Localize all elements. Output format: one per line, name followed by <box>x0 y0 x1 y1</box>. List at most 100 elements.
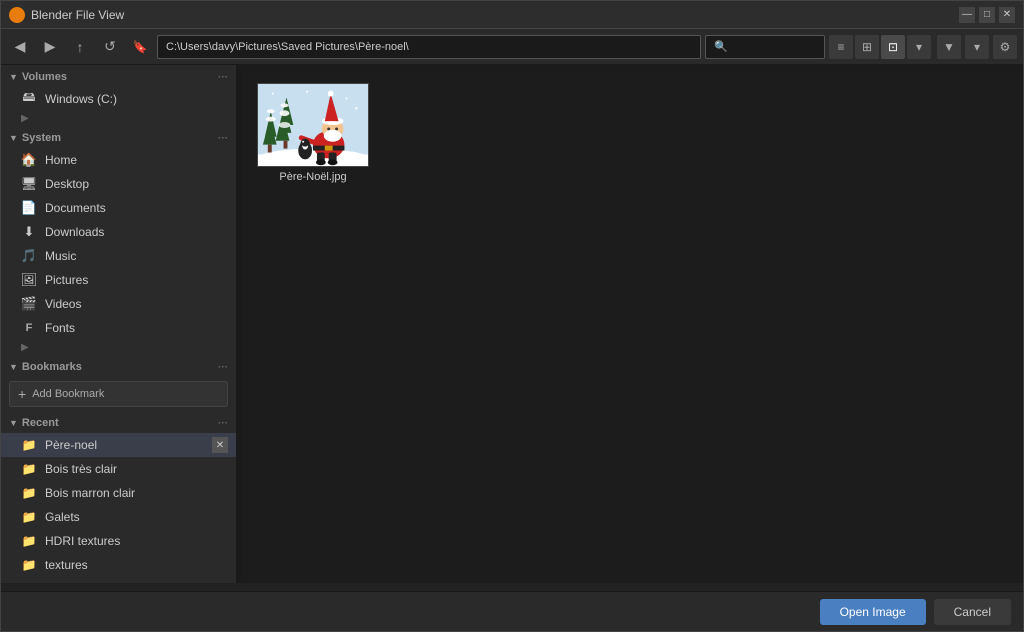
sidebar-item-home[interactable]: 🏠 Home <box>1 148 236 172</box>
documents-label: Documents <box>45 201 228 215</box>
fonts-label: Fonts <box>45 321 228 335</box>
window-title: Blender File View <box>31 8 953 22</box>
recent-dots: ··· <box>218 418 228 429</box>
desktop-label: Desktop <box>45 177 228 191</box>
pictures-label: Pictures <box>45 273 228 287</box>
volumes-label: Volumes <box>22 71 67 83</box>
file-item-pere-noel[interactable]: Père-Noël.jpg <box>253 77 373 189</box>
add-bookmark-plus: + <box>18 386 26 402</box>
sidebar-item-pictures[interactable]: 🖼 Pictures <box>1 268 236 292</box>
system-chevron: ▼ <box>9 133 18 143</box>
system-label: System <box>22 132 61 144</box>
videos-label: Videos <box>45 297 228 311</box>
volumes-chevron: ▼ <box>9 72 18 82</box>
blender-file-view-window: Blender File View — □ ✕ ◀ ▶ ↑ ↺ 🔖 ≡ ⊞ ⊡ … <box>0 0 1024 632</box>
open-image-button[interactable]: Open Image <box>820 599 926 625</box>
bookmarks-label: Bookmarks <box>22 361 82 373</box>
sidebar-item-downloads[interactable]: ⬇ Downloads <box>1 220 236 244</box>
bookmark-button[interactable]: 🔖 <box>127 34 153 60</box>
recent-item-label-pere-noel: Père-noel <box>45 438 97 452</box>
thumbnail-view-button[interactable]: ⊡ <box>881 35 905 59</box>
address-bar[interactable] <box>157 35 701 59</box>
sidebar-item-windows-drive[interactable]: 🖴 Windows (C:) <box>1 87 236 111</box>
cancel-button[interactable]: Cancel <box>934 599 1011 625</box>
window-controls: — □ ✕ <box>959 7 1015 23</box>
recent-item-label-bois-marron: Bois marron clair <box>45 486 135 500</box>
blender-icon <box>9 7 25 23</box>
recent-item-textures[interactable]: 📁 textures <box>1 553 236 577</box>
folder-icon-bois-marron: 📁 <box>21 485 37 501</box>
titlebar: Blender File View — □ ✕ <box>1 1 1023 29</box>
system-dots: ··· <box>218 133 228 144</box>
main-file-area: Père-Noël.jpg <box>241 65 1023 583</box>
view-buttons: ≡ ⊞ ⊡ ▾ <box>829 35 931 59</box>
drive-label: Windows (C:) <box>45 92 228 106</box>
list-view-button[interactable]: ≡ <box>829 35 853 59</box>
toolbar: ◀ ▶ ↑ ↺ 🔖 ≡ ⊞ ⊡ ▾ ▼ ▾ ⚙ <box>1 29 1023 65</box>
drive-icon: 🖴 <box>21 91 37 107</box>
music-label: Music <box>45 249 228 263</box>
folder-icon-galets: 📁 <box>21 509 37 525</box>
system-section-header[interactable]: ▼ System ··· <box>1 126 236 148</box>
sidebar: ▼ Volumes ··· 🖴 Windows (C:) ▶ ▼ System … <box>1 65 237 583</box>
fonts-icon: F <box>21 320 37 336</box>
add-bookmark-button[interactable]: + Add Bookmark <box>9 381 228 407</box>
folder-icon-textures: 📁 <box>21 557 37 573</box>
sidebar-item-fonts[interactable]: F Fonts <box>1 316 236 340</box>
folder-icon-bois-clair: 📁 <box>21 461 37 477</box>
folder-icon-pere-noel: 📁 <box>21 437 37 453</box>
file-thumbnail <box>257 83 369 167</box>
drive-expand[interactable]: ▶ <box>1 111 236 126</box>
recent-item-label-galets: Galets <box>45 510 80 524</box>
recent-item-bois-clair[interactable]: 📁 Bois très clair <box>1 457 236 481</box>
grid-view-button[interactable]: ⊞ <box>855 35 879 59</box>
bottom-bar: Open Image Cancel <box>1 591 1023 631</box>
recent-section-header[interactable]: ▼ Recent ··· <box>1 411 236 433</box>
videos-icon: 🎬 <box>21 296 37 312</box>
bookmarks-chevron: ▼ <box>9 362 18 372</box>
sidebar-item-music[interactable]: 🎵 Music <box>1 244 236 268</box>
recent-item-label-textures: textures <box>45 558 88 572</box>
downloads-icon: ⬇ <box>21 224 37 240</box>
recent-chevron: ▼ <box>9 418 18 428</box>
system-expand[interactable]: ▶ <box>1 340 236 355</box>
content-area: ▼ Volumes ··· 🖴 Windows (C:) ▶ ▼ System … <box>1 65 1023 583</box>
downloads-label: Downloads <box>45 225 228 239</box>
recent-item-label-hdri: HDRI textures <box>45 534 120 548</box>
up-button[interactable]: ↑ <box>67 34 93 60</box>
maximize-button[interactable]: □ <box>979 7 995 23</box>
file-name: Père-Noël.jpg <box>279 171 346 183</box>
recent-label: Recent <box>22 417 59 429</box>
home-icon: 🏠 <box>21 152 37 168</box>
bookmarks-dots: ··· <box>218 362 228 373</box>
recent-item-galets[interactable]: 📁 Galets <box>1 505 236 529</box>
add-bookmark-label: Add Bookmark <box>32 388 104 400</box>
settings-button[interactable]: ⚙ <box>993 35 1017 59</box>
filter-dropdown-button[interactable]: ▾ <box>965 35 989 59</box>
minimize-button[interactable]: — <box>959 7 975 23</box>
desktop-icon: 🖥 <box>21 176 37 192</box>
bookmarks-section-header[interactable]: ▼ Bookmarks ··· <box>1 355 236 377</box>
recent-item-pere-noel[interactable]: 📁 Père-noel ✕ <box>1 433 236 457</box>
pictures-icon: 🖼 <box>21 272 37 288</box>
forward-button[interactable]: ▶ <box>37 34 63 60</box>
view-dropdown-button[interactable]: ▾ <box>907 35 931 59</box>
sidebar-item-desktop[interactable]: 🖥 Desktop <box>1 172 236 196</box>
volumes-dots: ··· <box>218 72 228 83</box>
filter-button[interactable]: ▼ <box>937 35 961 59</box>
home-label: Home <box>45 153 228 167</box>
sidebar-item-documents[interactable]: 📄 Documents <box>1 196 236 220</box>
refresh-button[interactable]: ↺ <box>97 34 123 60</box>
documents-icon: 📄 <box>21 200 37 216</box>
close-recent-button[interactable]: ✕ <box>212 437 228 453</box>
recent-item-hdri[interactable]: 📁 HDRI textures <box>1 529 236 553</box>
volumes-section-header[interactable]: ▼ Volumes ··· <box>1 65 236 87</box>
music-icon: 🎵 <box>21 248 37 264</box>
sidebar-item-videos[interactable]: 🎬 Videos <box>1 292 236 316</box>
close-button[interactable]: ✕ <box>999 7 1015 23</box>
back-button[interactable]: ◀ <box>7 34 33 60</box>
search-input[interactable] <box>705 35 825 59</box>
recent-item-bois-marron[interactable]: 📁 Bois marron clair <box>1 481 236 505</box>
recent-item-label-bois-clair: Bois très clair <box>45 462 117 476</box>
horizontal-scrollbar[interactable] <box>1 583 1023 591</box>
